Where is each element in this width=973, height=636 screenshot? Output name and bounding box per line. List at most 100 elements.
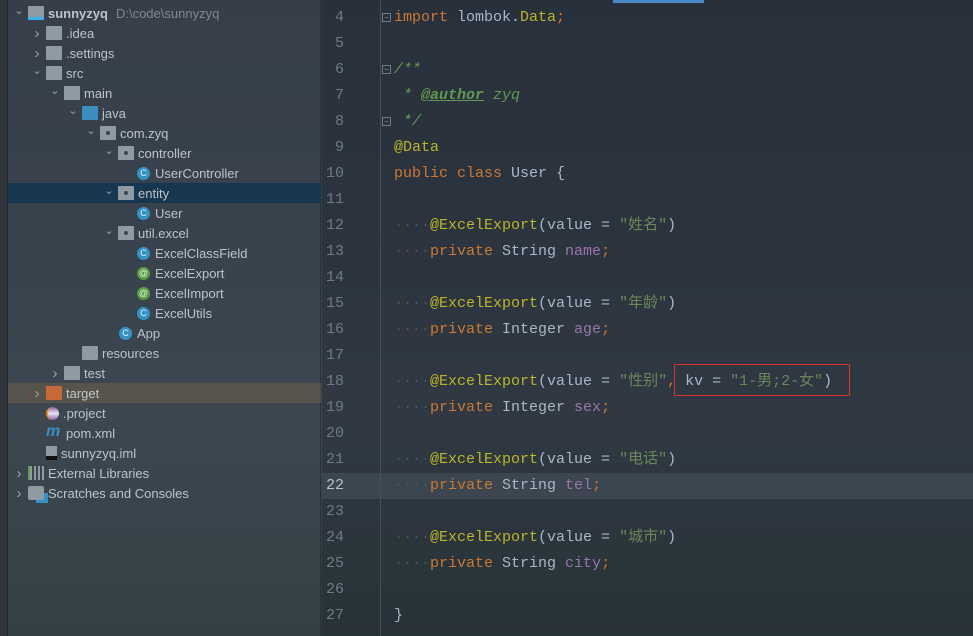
code-token: ;: [601, 399, 611, 416]
fold-marker-icon[interactable]: −: [382, 65, 391, 74]
class-icon: C: [137, 166, 150, 180]
chevron-down-icon[interactable]: ⌄: [66, 104, 80, 117]
code-token: private: [430, 321, 494, 338]
folder-icon: [46, 26, 62, 40]
code-token: ····: [394, 555, 431, 572]
code-token: ,: [667, 373, 686, 390]
tree-item[interactable]: › target: [8, 383, 321, 403]
tree-item-label: External Libraries: [48, 465, 150, 481]
tree-item[interactable]: @ ExcelExport: [8, 263, 321, 283]
code-line[interactable]: 16 ····private Integer age;: [322, 317, 973, 343]
tree-item[interactable]: .project: [8, 403, 321, 423]
code-line[interactable]: 14: [322, 265, 973, 291]
tree-item[interactable]: @ ExcelImport: [8, 283, 321, 303]
code-line[interactable]: 10 public class User {: [322, 161, 973, 187]
tree-item[interactable]: ⌄ src: [8, 63, 321, 83]
code-line[interactable]: 12 ····@ExcelExport(value = "姓名"): [322, 213, 973, 239]
tree-item[interactable]: C ExcelClassField: [8, 243, 321, 263]
code-token: User {: [502, 165, 566, 182]
chevron-right-icon[interactable]: ›: [12, 465, 26, 482]
code-editor[interactable]: 4 import lombok.Data; 5 6 /** 7 * @author zyq…: [322, 0, 973, 636]
tree-item[interactable]: C ExcelUtils: [8, 303, 321, 323]
code-line[interactable]: 13 ····private String name;: [322, 239, 973, 265]
tree-item-label: src: [66, 65, 84, 81]
code-token: private: [430, 477, 494, 494]
tree-item[interactable]: ⌄ java: [8, 103, 321, 123]
code-token: age: [574, 321, 602, 338]
code-token: ····: [394, 217, 431, 234]
chevron-down-icon[interactable]: ⌄: [102, 144, 116, 157]
tree-item[interactable]: ⌄ controller: [8, 143, 321, 163]
chevron-right-icon[interactable]: ›: [12, 485, 26, 502]
code-line[interactable]: 27}: [322, 603, 973, 629]
chevron-down-icon[interactable]: ⌄: [12, 4, 26, 17]
tree-item-label: ExcelImport: [155, 285, 224, 301]
tree-item[interactable]: sunnyzyq.iml: [8, 443, 321, 463]
code-token: "城市": [619, 529, 668, 546]
code-token: @ExcelExport: [430, 451, 539, 468]
code-line[interactable]: 15 ····@ExcelExport(value = "年龄"): [322, 291, 973, 317]
code-token: "1-男;2-女": [730, 373, 824, 390]
code-line[interactable]: 19 ····private Integer sex;: [322, 395, 973, 421]
tree-item[interactable]: m pom.xml: [8, 423, 321, 443]
chevron-down-icon[interactable]: ⌄: [30, 64, 44, 77]
code-line[interactable]: 7 * @author zyq: [322, 83, 973, 109]
code-text: ····private String name;: [394, 239, 610, 265]
line-number: 14: [325, 269, 344, 286]
tree-item[interactable]: ⌄ sunnyzyq D:\code\sunnyzyq: [8, 3, 321, 23]
code-text: * @author zyq: [394, 83, 520, 109]
tree-item[interactable]: › .idea: [8, 23, 321, 43]
chevron-down-icon[interactable]: ⌄: [102, 184, 116, 197]
chevron-right-icon[interactable]: ›: [30, 385, 44, 402]
fold-marker-icon[interactable]: −: [382, 117, 391, 126]
annotation-icon: @: [137, 286, 150, 300]
code-token: @ExcelExport: [430, 373, 539, 390]
code-line[interactable]: 25 ····private String city;: [322, 551, 973, 577]
fold-marker-icon[interactable]: −: [382, 13, 391, 22]
code-line[interactable]: 23: [322, 499, 973, 525]
tree-item[interactable]: › .settings: [8, 43, 321, 63]
tree-item[interactable]: C User: [8, 203, 321, 223]
line-number: 4: [334, 9, 344, 26]
chevron-down-icon[interactable]: ⌄: [84, 124, 98, 137]
project-tree[interactable]: ⌄ sunnyzyq D:\code\sunnyzyq › .idea › .setting…: [8, 0, 321, 636]
code-line[interactable]: 9 @Data: [322, 135, 973, 161]
line-number: 17: [325, 347, 344, 364]
code-line[interactable]: 18 ····@ExcelExport(value = "性别", kv = "1…: [322, 369, 973, 395]
code-token: zyq: [484, 87, 521, 104]
tree-item[interactable]: ⌄ entity: [8, 183, 321, 203]
active-tab-indicator: [613, 0, 704, 3]
code-line[interactable]: 20: [322, 421, 973, 447]
tree-item[interactable]: C UserController: [8, 163, 321, 183]
tree-item[interactable]: › External Libraries: [8, 463, 321, 483]
chevron-down-icon[interactable]: ⌄: [102, 224, 116, 237]
chevron-right-icon[interactable]: ›: [30, 45, 44, 62]
code-line[interactable]: 22 ····private String tel;: [322, 473, 973, 499]
tree-item[interactable]: resources: [8, 343, 321, 363]
code-line[interactable]: 21 ····@ExcelExport(value = "电话"): [322, 447, 973, 473]
tree-item[interactable]: › test: [8, 363, 321, 383]
code-text: */: [394, 109, 421, 135]
tree-item[interactable]: › Scratches and Consoles: [8, 483, 321, 503]
code-line[interactable]: 4 import lombok.Data;: [322, 5, 973, 31]
tree-item[interactable]: ⌄ util.excel: [8, 223, 321, 243]
chevron-down-icon[interactable]: ⌄: [48, 84, 62, 97]
code-token: kv =: [685, 373, 731, 390]
code-line[interactable]: 11: [322, 187, 973, 213]
code-token: ;: [601, 321, 611, 338]
tree-item[interactable]: ⌄ main: [8, 83, 321, 103]
chevron-right-icon[interactable]: ›: [48, 365, 62, 382]
code-line[interactable]: 17: [322, 343, 973, 369]
tree-item[interactable]: C App: [8, 323, 321, 343]
code-line[interactable]: 26: [322, 577, 973, 603]
tree-item[interactable]: ⌄ com.zyq: [8, 123, 321, 143]
code-text: /**: [394, 57, 421, 83]
code-token: city: [565, 555, 602, 572]
code-line[interactable]: 8 */: [322, 109, 973, 135]
code-line[interactable]: 6 /**: [322, 57, 973, 83]
code-token: }: [394, 607, 404, 624]
code-line[interactable]: 24 ····@ExcelExport(value = "城市"): [322, 525, 973, 551]
chevron-right-icon[interactable]: ›: [30, 25, 44, 42]
tree-item-label: ExcelExport: [155, 265, 225, 281]
code-line[interactable]: 5: [322, 31, 973, 57]
